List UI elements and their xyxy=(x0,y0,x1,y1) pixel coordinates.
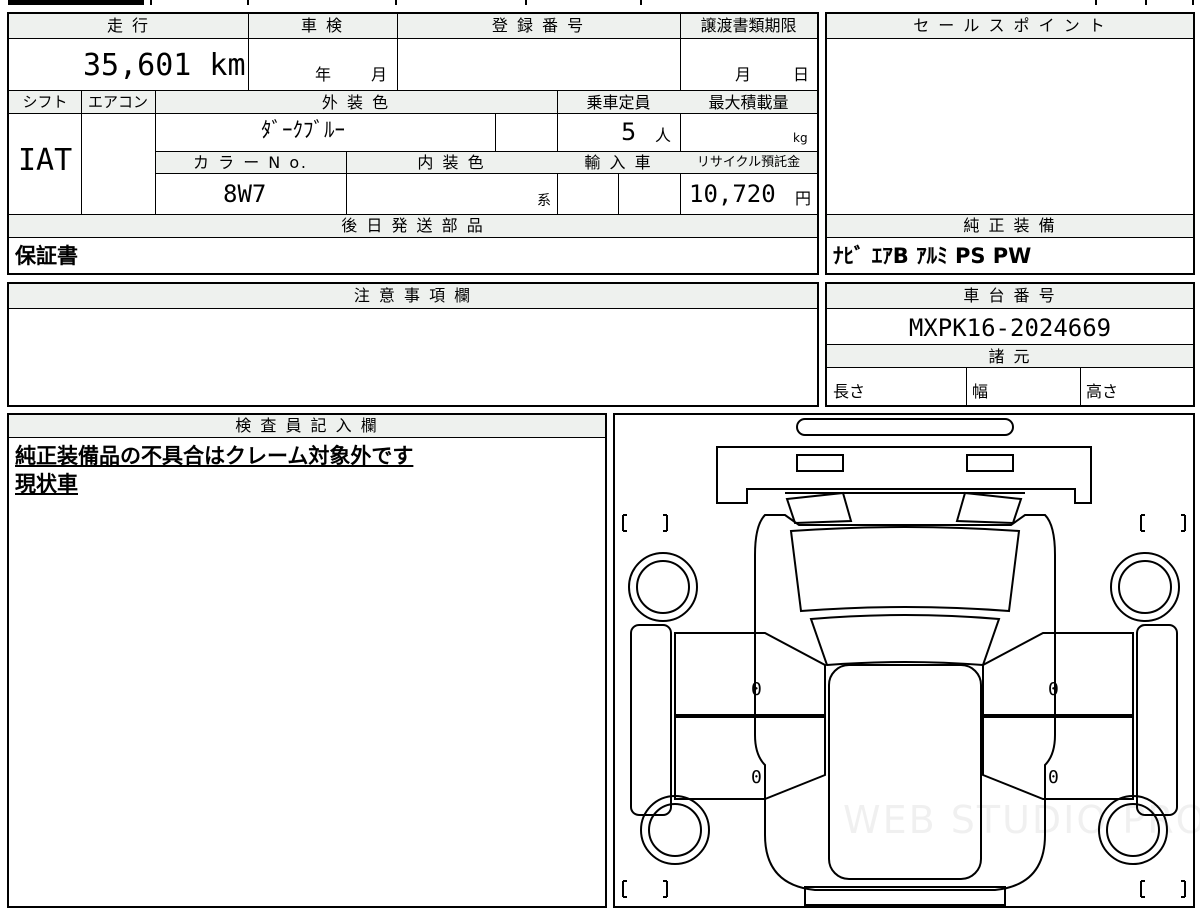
mileage-value: 35,601 km xyxy=(83,48,246,83)
left-side-skirt xyxy=(630,624,672,816)
import-label: 輸 入 車 xyxy=(584,153,653,172)
top-strip-tick xyxy=(1145,0,1147,5)
equipment-label: 純 正 装 備 xyxy=(963,216,1057,235)
vehicle-info-table: 走 行 車 検 登 録 番 号 譲渡書類期限 35,601 km 年 月 月 日… xyxy=(7,12,819,275)
top-strip xyxy=(0,0,1200,5)
left-door-rear xyxy=(674,716,826,800)
capacity-value: 5 xyxy=(621,118,637,146)
interior-suffix: 系 xyxy=(537,193,551,209)
mileage-label: 走 行 xyxy=(106,16,151,35)
headlight-left xyxy=(796,454,844,472)
inspection-month: 月 xyxy=(371,65,388,84)
transfer-label: 譲渡書類期限 xyxy=(700,16,797,35)
divider xyxy=(680,14,681,214)
chassis-value: MXPK16-2024669 xyxy=(908,314,1112,342)
bracket-rear-left xyxy=(622,880,668,898)
parts-label: 後 日 発 送 部 品 xyxy=(341,216,485,235)
wheel-front-right xyxy=(1110,552,1180,622)
inspector-box: 検 査 員 記 入 欄 純正装備品の不具合はクレーム対象外です 現状車 xyxy=(7,413,607,908)
windshield xyxy=(789,526,1021,613)
mark-right-front-door: 0 xyxy=(1048,679,1059,700)
recycle-unit: 円 xyxy=(795,189,812,208)
bracket-front-right xyxy=(1140,514,1186,532)
top-strip-tick xyxy=(247,0,249,5)
front-bumper-outline xyxy=(796,418,1014,436)
top-strip-tick xyxy=(150,0,152,5)
wheel-front-left-inner xyxy=(636,560,690,614)
divider xyxy=(618,173,619,214)
inspection-label: 車 検 xyxy=(300,16,345,35)
right-side-skirt xyxy=(1136,624,1178,816)
registration-label: 登 録 番 号 xyxy=(491,16,586,35)
top-strip-tick xyxy=(525,0,527,5)
divider xyxy=(495,113,496,151)
color-no-value: 8W7 xyxy=(223,180,267,208)
length-label: 長さ xyxy=(833,382,866,401)
shift-value: IAT xyxy=(18,143,73,178)
hood-right-panel xyxy=(955,491,1023,525)
inspector-note-1: 純正装備品の不具合はクレーム対象外です xyxy=(15,444,414,468)
top-strip-tick xyxy=(1192,0,1194,5)
capacity-unit: 人 xyxy=(655,126,672,145)
specs-label: 諸 元 xyxy=(988,347,1032,366)
wheel-front-left xyxy=(628,552,698,622)
left-door-front xyxy=(674,632,826,716)
divider xyxy=(827,367,1193,368)
transfer-day: 日 xyxy=(793,65,810,84)
mark-left-rear-door: 0 xyxy=(751,767,762,788)
capacity-label: 乗車定員 xyxy=(586,93,651,112)
recycle-value: 10,720 xyxy=(689,180,776,208)
roof-front xyxy=(809,614,1001,667)
hood-left-panel xyxy=(785,491,853,525)
maxload-label: 最大積載量 xyxy=(708,93,789,112)
notes-box: 注 意 事 項 欄 xyxy=(7,282,819,407)
exterior-label: 外 装 色 xyxy=(321,93,391,112)
parts-value: 保証書 xyxy=(15,244,78,268)
top-strip-tick xyxy=(640,0,642,5)
height-label: 高さ xyxy=(1086,382,1119,401)
shift-label: シフト xyxy=(22,93,68,111)
mark-left-front-door: 0 xyxy=(751,679,762,700)
transfer-month: 月 xyxy=(735,65,752,84)
divider xyxy=(155,173,817,174)
car-diagram-box: 0 0 0 0 WEB STUDIO PRO xyxy=(613,413,1200,908)
sales-point-table: セ ー ル ス ポ イ ン ト 純 正 装 備 ﾅﾋﾞ ｴｱB ｱﾙﾐ PS P… xyxy=(825,12,1195,275)
front-panel-outline xyxy=(716,446,1092,504)
wheel-front-right-inner xyxy=(1118,560,1172,614)
headlight-right xyxy=(966,454,1014,472)
sales-label: セ ー ル ス ポ イ ン ト xyxy=(913,16,1107,35)
top-strip-black-bar xyxy=(8,0,144,5)
wheel-rear-left xyxy=(640,795,710,865)
notes-label: 注 意 事 項 欄 xyxy=(353,286,473,305)
wheel-rear-left-inner xyxy=(648,803,702,857)
chassis-box: 車 台 番 号 MXPK16-2024669 諸 元 長さ 幅 高さ xyxy=(825,282,1195,407)
inspection-year: 年 xyxy=(315,65,332,84)
interior-label: 内 装 色 xyxy=(417,153,486,172)
chassis-label: 車 台 番 号 xyxy=(963,286,1057,305)
exterior-value: ﾀﾞｰｸﾌﾞﾙｰ xyxy=(261,118,345,142)
width-label: 幅 xyxy=(972,382,989,401)
mark-right-rear-door: 0 xyxy=(1048,767,1059,788)
divider xyxy=(966,367,967,405)
divider xyxy=(1080,367,1081,405)
watermark: WEB STUDIO PRO xyxy=(843,798,1200,842)
roof xyxy=(828,664,982,880)
maxload-unit: kg xyxy=(793,131,808,145)
top-strip-tick xyxy=(1095,0,1097,5)
color-no-label: カ ラ ー N o. xyxy=(193,153,308,172)
bracket-front-left xyxy=(622,514,668,532)
top-strip-tick xyxy=(395,0,397,5)
divider xyxy=(9,113,817,114)
aircon-label: エアコン xyxy=(87,93,148,111)
inspector-label: 検 査 員 記 入 欄 xyxy=(235,416,379,435)
bracket-rear-right xyxy=(1140,880,1186,898)
right-door-front xyxy=(982,632,1134,716)
inspector-note-2: 現状車 xyxy=(15,472,78,496)
recycle-label: リサイクル預託金 xyxy=(696,155,801,170)
equipment-value: ﾅﾋﾞ ｴｱB ｱﾙﾐ PS PW xyxy=(833,244,1032,268)
